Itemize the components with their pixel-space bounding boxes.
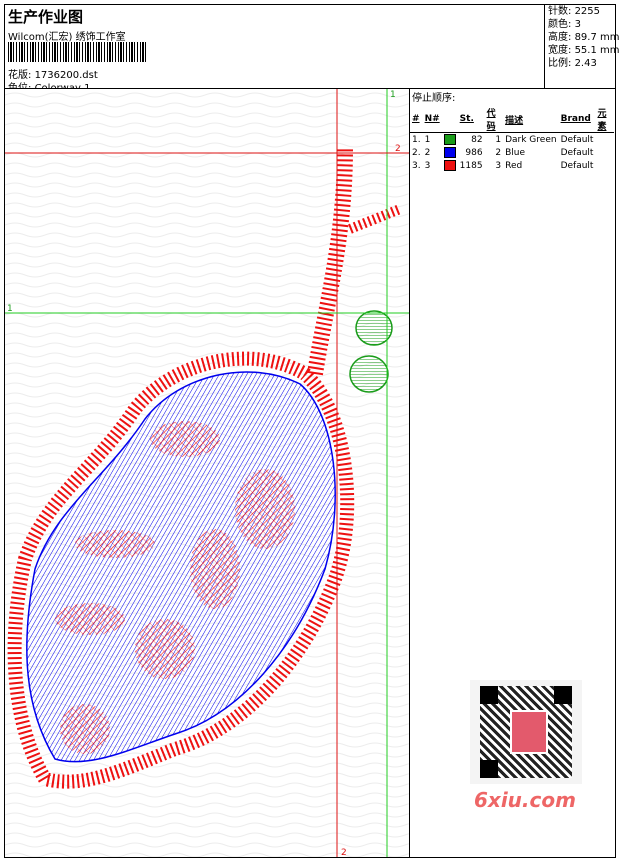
- row-desc: Dark Green: [505, 134, 557, 145]
- watermark: 6xiu.com: [474, 788, 576, 812]
- row-swatch: [442, 146, 458, 159]
- table-row: 3. 3 1185 3 Red Default: [410, 159, 614, 172]
- header-divider: [544, 4, 545, 88]
- panel-divider: [409, 89, 410, 857]
- embroidery-design: [5, 89, 409, 857]
- row-n: 3: [424, 160, 431, 171]
- col-element: 元素: [595, 106, 614, 133]
- stat-height: 高度: 89.7 mm: [548, 32, 620, 43]
- row-brand: Default: [560, 134, 594, 145]
- red-patch: [55, 603, 125, 635]
- table-row: 1. 1 82 1 Dark Green Default: [410, 133, 614, 147]
- col-n: N#: [422, 106, 442, 133]
- red-patch: [60, 704, 110, 754]
- qr-code: [470, 680, 582, 784]
- col-swatch: [441, 106, 458, 133]
- row-brand: Default: [560, 147, 594, 158]
- row-brand: Default: [560, 160, 594, 171]
- row-element: [595, 159, 614, 172]
- row-swatch: [442, 133, 458, 147]
- guide-h1-label: 1: [7, 304, 13, 314]
- red-patch: [75, 530, 155, 558]
- barcode: [8, 42, 146, 62]
- col-code: 代码: [484, 106, 504, 133]
- guide-v1-label: 1: [390, 90, 396, 100]
- color-swatch: [443, 147, 456, 158]
- row-swatch: [442, 159, 458, 172]
- stat-scale: 比例: 2.43: [548, 58, 597, 69]
- red-patch: [150, 421, 220, 457]
- row-index: 2.: [412, 147, 421, 158]
- red-patch: [235, 469, 295, 549]
- col-desc: 描述: [503, 106, 559, 133]
- red-patch: [190, 529, 240, 609]
- row-stitches: 986: [465, 147, 483, 158]
- stat-stitches: 针数: 2255: [548, 6, 601, 17]
- design-canvas: [5, 89, 409, 857]
- qr-logo: [510, 710, 548, 754]
- header-left: 生产作业图 Wilcom(汇宏) 绣饰工作室 花版: 1736200.dst 色…: [6, 4, 544, 94]
- stats-panel: 针数: 2255 颜色: 3 高度: 89.7 mm 宽度: 55.1 mm 比…: [548, 5, 620, 70]
- stop-sequence-title: 停止顺序:: [412, 93, 456, 104]
- row-code: 3: [495, 160, 502, 171]
- color-swatch: [443, 160, 456, 171]
- row-stitches: 82: [471, 134, 483, 145]
- color-swatch: [443, 134, 456, 145]
- row-stitches: 1185: [459, 160, 483, 171]
- row-element: [595, 133, 614, 147]
- green-ball: [349, 355, 389, 393]
- row-element: [595, 146, 614, 159]
- red-patch: [135, 619, 195, 679]
- row-code: 2: [495, 147, 502, 158]
- company-name: Wilcom(汇宏) 绣饰工作室: [8, 32, 126, 43]
- col-index: #: [410, 106, 423, 133]
- row-index: 1.: [412, 134, 421, 145]
- page-title: 生产作业图: [8, 8, 84, 26]
- stat-colors: 颜色: 3: [548, 19, 581, 30]
- row-code: 1: [495, 134, 502, 145]
- row-desc: Red: [505, 160, 523, 171]
- guide-h2-label: 2: [395, 144, 401, 154]
- row-n: 2: [424, 147, 431, 158]
- table-header: # N# St. 代码 描述 Brand 元素: [410, 106, 614, 133]
- table-row: 2. 2 986 2 Blue Default: [410, 146, 614, 159]
- stop-sequence-panel: 停止顺序: # N# St. 代码 描述 Brand 元素 1. 1 82 1 Dark…: [410, 89, 616, 172]
- col-stitches: St.: [457, 106, 485, 133]
- row-desc: Blue: [505, 147, 526, 158]
- col-brand: Brand: [558, 106, 596, 133]
- guide-v2-label: 2: [341, 848, 347, 858]
- stat-width: 宽度: 55.1 mm: [548, 45, 620, 56]
- row-index: 3.: [412, 160, 421, 171]
- stop-sequence-table: # N# St. 代码 描述 Brand 元素 1. 1 82 1 Dark Green…: [410, 106, 614, 172]
- row-n: 1: [424, 134, 431, 145]
